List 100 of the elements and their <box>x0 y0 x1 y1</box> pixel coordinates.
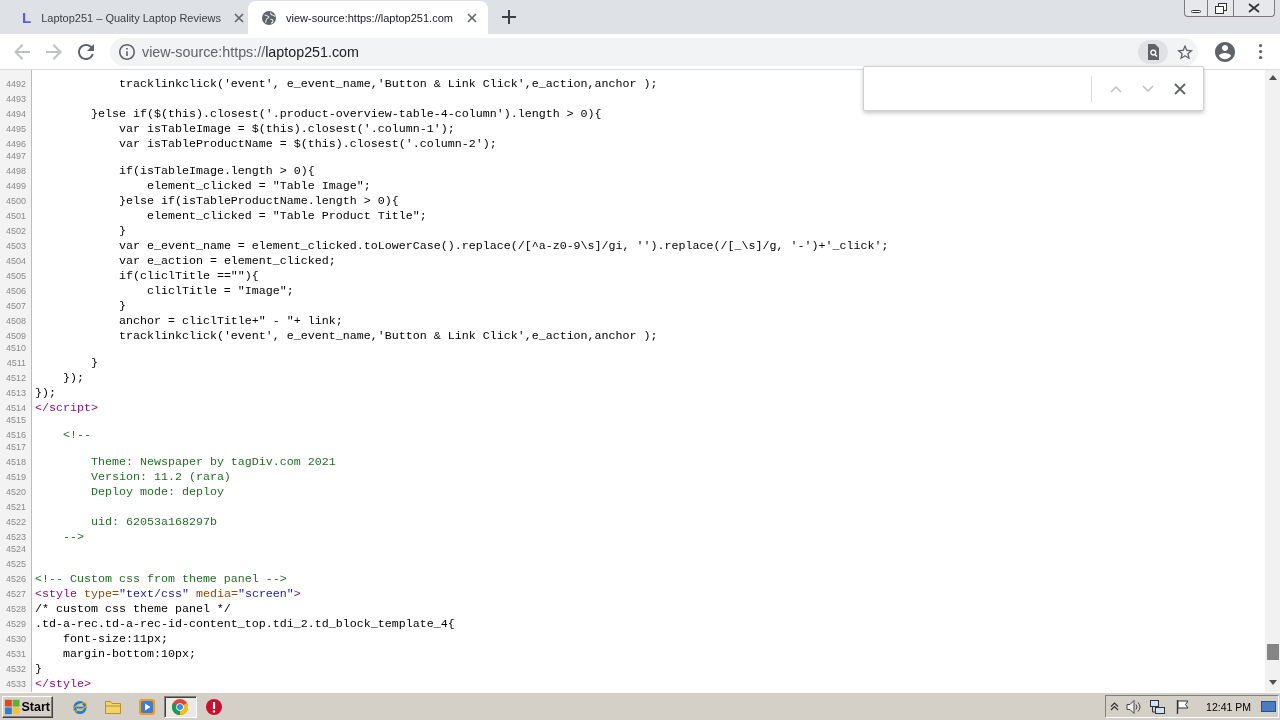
document-search-icon <box>1147 43 1159 60</box>
line-number: 4524 <box>5 544 26 554</box>
code-line: font-size:11px; <box>63 632 168 646</box>
avatar-icon <box>1215 41 1235 62</box>
code-line: element_clicked = "Table Product Title"; <box>146 209 427 223</box>
browser-e-icon <box>71 698 88 715</box>
line-number: 4511 <box>6 358 26 368</box>
code-line: } <box>90 356 98 370</box>
line-number: 4505 <box>5 271 26 281</box>
code-line: }else if(isTableProductName.length > 0){ <box>118 194 399 208</box>
line-number: 4514 <box>5 403 26 413</box>
start-button[interactable]: Start <box>2 695 53 718</box>
line-number: 4492 <box>5 79 26 89</box>
line-number: 4533 <box>5 679 26 689</box>
line-number: 4510 <box>5 343 26 353</box>
code-line: <!-- <box>63 428 91 442</box>
address-bar[interactable]: view-source:https://laptop251.com <box>110 37 1198 66</box>
line-number: 4495 <box>5 124 26 134</box>
folder-icon <box>105 698 122 715</box>
code-line: </script> <box>35 401 98 415</box>
code-line: Theme: Newspaper by tagDiv.com 2021 <box>90 455 336 469</box>
line-number: 4500 <box>5 196 26 206</box>
ring-logo-icon <box>172 698 189 715</box>
quick-launch-button[interactable] <box>163 695 197 718</box>
line-number: 4498 <box>5 166 26 176</box>
minimize-icon <box>1191 9 1201 13</box>
code-line: var isTableProductName = $(this).closest('.column-2'); <box>118 137 497 151</box>
line-number: 4499 <box>5 181 26 191</box>
code-line: margin-bottom:10px; <box>63 647 196 661</box>
chevron-up-icon[interactable] <box>1110 702 1120 711</box>
find-in-page-button[interactable] <box>1138 39 1168 64</box>
globe-icon <box>262 10 276 25</box>
line-number: 4531 <box>5 649 26 659</box>
reload-icon <box>78 43 94 60</box>
restore-icon <box>1214 2 1227 14</box>
scrollbar-thumb[interactable] <box>1266 644 1279 660</box>
close-window-button[interactable] <box>1234 0 1275 17</box>
code-line: Deploy mode: deploy <box>90 485 224 499</box>
clock-time[interactable]: 12:41 PM <box>1206 700 1251 713</box>
line-number: 4513 <box>5 388 26 398</box>
code-line: tracklinkclick('event', e_event_name,'Button & Link Click',e_action,anchor ); <box>118 77 658 91</box>
line-number: 4529 <box>5 619 26 629</box>
code-line: --> <box>63 530 84 544</box>
code-line: anchor = cliclTitle+" - "+ link; <box>118 314 343 328</box>
chevron-up-icon <box>1110 84 1122 93</box>
network-icon[interactable] <box>1149 698 1166 715</box>
close-icon <box>467 12 477 23</box>
code-line: } <box>35 662 42 676</box>
code-line: Version: 11.2 (rara) <box>90 470 231 484</box>
close-icon <box>1248 3 1260 13</box>
code-line: if(isTableImage.length > 0){ <box>118 164 315 178</box>
line-number: 4530 <box>5 634 26 644</box>
code-line: }); <box>35 386 56 400</box>
code-line: cliclTitle = "Image"; <box>146 284 294 298</box>
browser-tab[interactable]: L Laptop251 – Quality Laptop Reviews <box>8 1 248 34</box>
code-line: uid: 62053a168297b <box>90 515 217 529</box>
code-line: /* custom css theme panel */ <box>35 602 231 616</box>
flag-icon[interactable] <box>1175 698 1192 715</box>
line-number: 4494 <box>5 109 26 119</box>
line-number: 4503 <box>5 241 26 251</box>
code-line: <style type="text/css" media="screen"> <box>35 587 301 601</box>
scrollbar-track[interactable] <box>1265 70 1280 692</box>
line-number: 4527 <box>5 589 26 599</box>
url-text: view-source:https://laptop251.com <box>142 43 359 60</box>
line-number: 4507 <box>5 301 26 311</box>
code-line: var e_action = element_clicked; <box>118 254 336 268</box>
line-number: 4526 <box>5 574 26 584</box>
scroll-down-icon[interactable] <box>1268 680 1277 685</box>
line-number: 4508 <box>5 316 26 326</box>
menu-icon <box>1259 43 1263 60</box>
line-number: 4518 <box>5 457 26 467</box>
code-line: } <box>118 224 126 238</box>
line-number: 4522 <box>5 517 26 527</box>
code-line: </style> <box>35 677 91 691</box>
scroll-up-icon[interactable] <box>1268 75 1277 80</box>
line-number: 4509 <box>5 331 26 341</box>
line-number: 4496 <box>5 139 26 149</box>
code-line: } <box>118 299 126 313</box>
line-number: 4501 <box>5 211 26 221</box>
line-number: 4521 <box>5 502 26 512</box>
line-number: 4520 <box>5 487 26 497</box>
alert-icon <box>205 698 222 715</box>
line-number: 4515 <box>5 415 26 425</box>
speaker-icon[interactable] <box>1126 698 1143 715</box>
close-icon <box>233 12 244 23</box>
browser-tab[interactable]: view-source:https://laptop251.com <box>248 1 488 34</box>
line-number: 4525 <box>5 559 26 569</box>
line-number: 4517 <box>5 442 26 452</box>
code-line: .td-a-rec.td-a-rec-id-content_top.tdi_2.td_block_template_4{ <box>35 617 455 631</box>
restore-button[interactable] <box>1208 0 1234 17</box>
media-player-icon <box>138 698 155 715</box>
line-number: 4528 <box>5 604 26 614</box>
chevron-down-icon <box>1142 84 1154 93</box>
site-logo: L <box>22 9 32 26</box>
star-icon <box>1177 43 1193 60</box>
line-number: 4516 <box>5 430 26 440</box>
flag-logo-icon <box>5 698 20 715</box>
info-icon <box>119 43 135 60</box>
code-line: <!-- Custom css from theme panel --> <box>35 572 287 586</box>
minimize-button[interactable] <box>1184 0 1208 17</box>
